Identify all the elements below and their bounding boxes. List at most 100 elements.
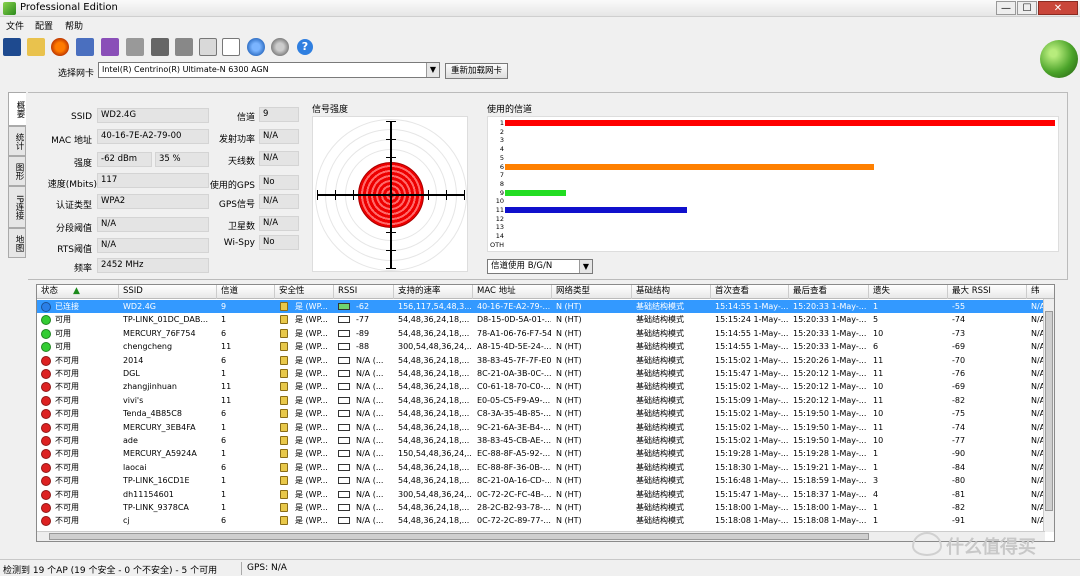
first-cell: 15:15:02 1-May-...	[715, 409, 788, 419]
table-row[interactable]: 不可用 zhangjinhuan 11 是 (WP... N/A (... 54,48,3…	[37, 380, 1045, 393]
rssi-cell: N/A (...	[356, 355, 384, 365]
save-icon[interactable]	[3, 38, 21, 56]
column-header[interactable]: 首次查看	[711, 285, 789, 299]
table-row[interactable]: 不可用 2014 6 是 (WP... N/A (... 54,48,36,24,18,.…	[37, 354, 1045, 367]
signal-bar-icon	[338, 477, 350, 485]
column-header[interactable]: 支持的速率	[394, 285, 473, 299]
first-cell: 15:15:02 1-May-...	[715, 382, 788, 392]
table-row[interactable]: 不可用 MERCURY_3EB4FA 1 是 (WP... N/A (... 54,48,…	[37, 421, 1045, 434]
maximize-button[interactable]: ☐	[1017, 1, 1037, 15]
tab-graphs[interactable]: 图形	[8, 156, 26, 186]
network-icon[interactable]	[76, 38, 94, 56]
globe-icon[interactable]	[247, 38, 265, 56]
table-row[interactable]: 不可用 dh11154601 1 是 (WP... N/A (... 300,54,48,…	[37, 488, 1045, 501]
antenna-label: 天线数	[227, 157, 255, 167]
rates-cell: 54,48,36,24,18,...	[398, 476, 470, 486]
scroll-thumb[interactable]	[49, 533, 869, 540]
status-dot-icon	[41, 503, 51, 513]
first-cell: 15:18:00 1-May-...	[715, 503, 788, 512]
table-row[interactable]: 不可用 TP-LINK_16CD1E 1 是 (WP... N/A (... 54,48,…	[37, 474, 1045, 487]
column-header[interactable]: RSSI	[334, 285, 394, 299]
column-header[interactable]: MAC 地址	[473, 285, 552, 299]
ssid-cell: TP-LINK_01DC_DAB...	[123, 315, 209, 325]
table-row[interactable]: 可用 chengcheng 11 是 (WP... -88 300,54,48,36,24…	[37, 340, 1045, 353]
open-folder-icon[interactable]	[27, 38, 45, 56]
channel-axis-label: 7	[499, 171, 504, 180]
help-icon[interactable]: ?	[297, 39, 313, 55]
table-row[interactable]: 不可用 DGL 1 是 (WP... N/A (... 54,48,36,24,18,..…	[37, 367, 1045, 380]
network-config-icon[interactable]	[101, 38, 119, 56]
tab-map[interactable]: 地图	[8, 228, 26, 258]
horizontal-scrollbar[interactable]	[37, 531, 1045, 541]
record-icon[interactable]	[51, 38, 69, 56]
table-row[interactable]: 不可用 Tenda_4B85C8 6 是 (WP... N/A (... 54,48,36…	[37, 407, 1045, 420]
table-row[interactable]: 不可用 TP-LINK_9378CA 1 是 (WP... N/A (... 54,48,…	[37, 501, 1045, 514]
first-cell: 15:15:47 1-May-...	[715, 369, 788, 378]
minimize-button[interactable]: —	[996, 1, 1016, 15]
toolbar: ?	[0, 34, 1000, 60]
import-icon[interactable]	[151, 38, 169, 56]
infra-cell: 基础结构模式	[636, 422, 684, 432]
column-header[interactable]: 状态 ▲	[37, 285, 119, 299]
last-cell: 15:18:59 1-May-...	[793, 476, 867, 486]
print-icon[interactable]	[175, 38, 193, 56]
column-header[interactable]: 纬	[1027, 285, 1054, 299]
status-divider	[241, 562, 242, 575]
table-row[interactable]: 不可用 vivi's 11 是 (WP... N/A (... 54,48,36,24,1…	[37, 394, 1045, 407]
column-header[interactable]: 最大 RSSI	[948, 285, 1027, 299]
column-header-label: 首次查看	[715, 286, 750, 296]
mac-cell: 0C-72-2C-FC-4B-...	[477, 489, 551, 499]
menu-config[interactable]: 配置	[35, 19, 53, 32]
column-header[interactable]: 信道	[217, 285, 275, 299]
vertical-scrollbar[interactable]	[1043, 299, 1054, 532]
checklist-icon[interactable]	[199, 38, 217, 56]
export-icon[interactable]	[126, 38, 144, 56]
ssid-cell: WD2.4G	[123, 302, 156, 311]
table-row[interactable]: 可用 MERCURY_76F754 6 是 (WP... -89 54,48,36,24,…	[37, 327, 1045, 340]
channel-mode-dropdown[interactable]: 信道使用 B/G/N ▼	[487, 259, 593, 274]
table-row[interactable]: 不可用 cj 6 是 (WP... N/A (... 54,48,36,24,18,...…	[37, 514, 1045, 527]
menu-help[interactable]: 帮助	[65, 19, 83, 32]
headset-icon[interactable]	[271, 38, 289, 56]
scroll-thumb[interactable]	[1045, 311, 1053, 511]
reload-adapter-button[interactable]: 重新加载网卡	[445, 63, 508, 79]
tab-summary[interactable]: 概要	[8, 92, 26, 126]
table-row[interactable]: 已连接 WD2.4G 9 是 (WP... -62 156,117,54,48,3... 4…	[37, 300, 1045, 314]
adapter-label: 选择网卡	[58, 69, 95, 79]
rssi-cell: N/A (...	[356, 409, 384, 419]
status-dot-icon	[41, 382, 51, 393]
table-row[interactable]: 不可用 laocai 6 是 (WP... N/A (... 54,48,36,24,18…	[37, 461, 1045, 474]
security-cell: 是 (WP...	[295, 449, 328, 459]
maxrssi-cell: -82	[952, 503, 966, 512]
column-header[interactable]: 遗失	[869, 285, 948, 299]
channel-cell: 1	[221, 449, 227, 459]
tab-statistics[interactable]: 统计	[8, 126, 26, 156]
close-button[interactable]: ✕	[1038, 1, 1078, 15]
maxrssi-cell: -75	[952, 409, 966, 419]
column-header[interactable]: SSID	[119, 285, 217, 299]
document-icon[interactable]	[222, 38, 240, 56]
last-cell: 15:19:50 1-May-...	[793, 409, 867, 419]
infra-cell: 基础结构模式	[636, 382, 684, 392]
tab-ip-connections[interactable]: IP连接	[8, 186, 26, 228]
table-row[interactable]: 不可用 ade 6 是 (WP... N/A (... 54,48,36,24,18,..…	[37, 434, 1045, 447]
channel-mode-value: 信道使用 B/G/N	[491, 261, 553, 271]
column-header[interactable]: 基础结构	[632, 285, 711, 299]
column-header[interactable]: 安全性	[275, 285, 334, 299]
lost-cell: 10	[873, 328, 884, 338]
chevron-down-icon[interactable]: ▼	[426, 63, 439, 77]
infra-cell: 基础结构模式	[636, 462, 684, 472]
rssi-cell: -77	[356, 315, 370, 325]
menu-file[interactable]: 文件	[6, 19, 24, 32]
table-row[interactable]: 不可用 MERCURY_A5924A 1 是 (WP... N/A (... 150,54…	[37, 447, 1045, 460]
ssid-cell: MERCURY_76F754	[123, 328, 196, 338]
column-header[interactable]: 最后查看	[789, 285, 869, 299]
status-dot-icon	[41, 409, 51, 420]
freq-label: 频率	[73, 264, 92, 274]
channel-cell: 1	[221, 489, 227, 499]
chevron-down-icon[interactable]: ▼	[579, 260, 592, 273]
signal-bar-icon	[338, 410, 350, 418]
adapter-dropdown[interactable]: Intel(R) Centrino(R) Ultimate-N 6300 AGN…	[98, 62, 440, 78]
column-header[interactable]: 网络类型	[552, 285, 632, 299]
table-row[interactable]: 可用 TP-LINK_01DC_DAB... 1 是 (WP... -77 54,48,3…	[37, 313, 1045, 326]
